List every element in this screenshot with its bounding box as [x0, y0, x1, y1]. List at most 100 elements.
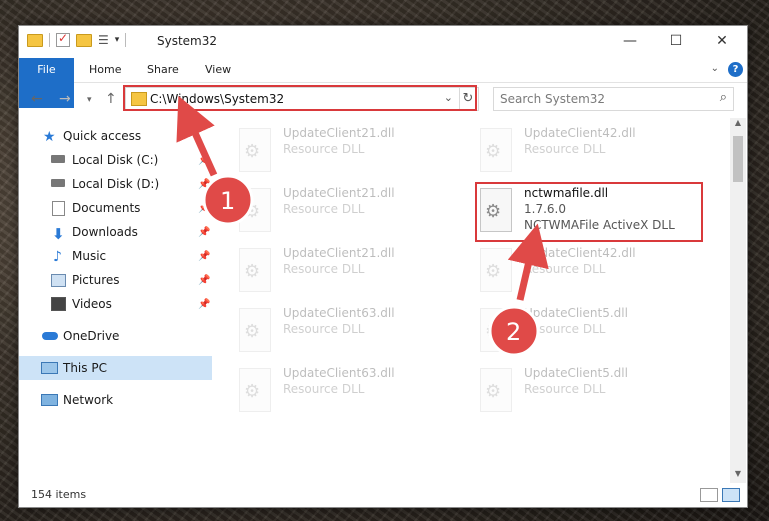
list-item[interactable]: ⚙ UpdateClient5.dll Resource DLL: [480, 364, 700, 414]
sidebar-item-label: Music: [72, 249, 107, 263]
pin-icon[interactable]: 📌: [198, 155, 210, 166]
gear-icon: ⚙: [244, 381, 261, 402]
dll-file-icon: ⚙: [239, 368, 271, 412]
list-item[interactable]: ⚙ UpdateClient42.dll Resource DLL: [480, 124, 700, 174]
sidebar-item-local-disk-d[interactable]: Local Disk (D:) 📌: [19, 172, 212, 196]
dll-file-icon: ⚙: [239, 308, 271, 352]
up-arrow-icon[interactable]: ↑: [105, 91, 117, 107]
file-description: Resource DLL: [283, 262, 365, 276]
address-highlight-box: [123, 85, 477, 111]
tab-view[interactable]: View: [191, 58, 245, 82]
list-item[interactable]: ⚙ UpdateClient63.dll Resource DLL: [239, 364, 459, 414]
sidebar-item-network[interactable]: Network: [19, 388, 212, 412]
documents-icon: [52, 200, 65, 216]
file-name: UpdateClient42.dll: [524, 246, 636, 260]
sidebar-item-label: This PC: [63, 361, 107, 375]
list-item[interactable]: ⚙ UpdateClient42.dll Resource DLL: [480, 244, 700, 294]
forward-arrow-icon[interactable]: →: [59, 91, 71, 107]
dll-file-icon: ⚙: [239, 248, 271, 292]
list-item[interactable]: ⚙ UpdateClient21.dll Resource DLL: [239, 124, 459, 174]
file-highlight-box: [475, 182, 703, 242]
sidebar-item-videos[interactable]: Videos 📌: [19, 292, 212, 316]
navigation-bar: ← → ▾ ↑ C:\Windows\System32 ⌄ ↻ Search S…: [19, 83, 747, 117]
sidebar-item-label: Downloads: [72, 225, 138, 239]
pictures-icon: [51, 273, 66, 287]
properties-icon[interactable]: [56, 31, 70, 47]
file-description: Resource DLL: [283, 322, 365, 336]
dll-file-icon: ⚙: [239, 128, 271, 172]
file-name: UpdateClient42.dll: [524, 126, 636, 140]
pin-icon[interactable]: 📌: [198, 275, 210, 286]
file-name: UpdateClient5.dll: [524, 366, 628, 380]
title-bar: ☰ ▾ System32 — ☐ ✕: [19, 26, 747, 58]
list-item[interactable]: ⚙ UpdateClient63.dll Resource DLL: [239, 304, 459, 354]
gear-icon: ⚙: [244, 261, 261, 282]
sidebar-item-label: Quick access: [63, 129, 142, 143]
scroll-down-icon[interactable]: ▼: [730, 469, 746, 483]
divider: [49, 33, 50, 47]
sidebar-item-quick-access[interactable]: ★ Quick access: [19, 124, 212, 148]
sidebar-item-downloads[interactable]: ⬇ Downloads 📌: [19, 220, 212, 244]
star-icon: ★: [43, 129, 56, 145]
chevron-down-icon[interactable]: ⌄: [711, 63, 719, 74]
sidebar-item-local-disk-c[interactable]: Local Disk (C:) 📌: [19, 148, 212, 172]
file-explorer-window: ☰ ▾ System32 — ☐ ✕ File Home Share View …: [18, 25, 748, 508]
maximize-button[interactable]: ☐: [653, 26, 699, 56]
pin-icon[interactable]: 📌: [198, 227, 210, 238]
gear-icon: ⚙: [485, 381, 502, 402]
tab-share[interactable]: Share: [133, 58, 193, 82]
dll-file-icon: ⚙: [480, 128, 512, 172]
recent-locations-icon[interactable]: ▾: [87, 95, 92, 105]
file-description: Resource DLL: [283, 382, 365, 396]
file-description: Resource DLL: [524, 262, 606, 276]
network-icon: [41, 394, 58, 406]
download-icon: ⬇: [52, 225, 65, 243]
customize-toolbar-icon[interactable]: ▾: [115, 35, 120, 45]
quick-access-toolbar: ☰ ▾: [27, 31, 127, 47]
pin-icon[interactable]: 📌: [198, 251, 210, 262]
search-icon[interactable]: ⌕: [720, 90, 727, 105]
tab-home[interactable]: Home: [75, 58, 135, 82]
pin-icon[interactable]: 📌: [198, 299, 210, 310]
new-folder-icon[interactable]: [76, 33, 92, 47]
folder-icon[interactable]: [27, 33, 43, 47]
file-name: UpdateClient63.dll: [283, 306, 395, 320]
scroll-up-icon[interactable]: ▲: [730, 118, 746, 132]
file-description: Resource DLL: [524, 322, 606, 336]
sidebar-item-label: Local Disk (C:): [72, 153, 159, 167]
list-item[interactable]: ⚙ UpdateClient21.dll Resource DLL: [239, 244, 459, 294]
navigation-pane: ★ Quick access Local Disk (C:) 📌 Local D…: [19, 118, 212, 483]
sidebar-item-label: OneDrive: [63, 329, 120, 343]
scrollbar-thumb[interactable]: [733, 136, 743, 182]
list-item[interactable]: ⚙ UpdateClient5.dll Resource DLL: [480, 304, 700, 354]
sidebar-item-documents[interactable]: Documents 📌: [19, 196, 212, 220]
dll-file-icon: ⚙: [480, 368, 512, 412]
search-input[interactable]: Search System32 ⌕: [493, 87, 734, 111]
pin-icon[interactable]: 📌: [198, 203, 210, 214]
file-list: ⚙ UpdateClient21.dll Resource DLL ⚙ Upda…: [213, 118, 729, 483]
status-bar: 154 items: [19, 484, 747, 506]
dll-file-icon: ⚙: [239, 188, 271, 232]
pin-icon[interactable]: 📌: [198, 179, 210, 190]
sidebar-item-music[interactable]: ♪ Music 📌: [19, 244, 212, 268]
close-button[interactable]: ✕: [699, 26, 745, 56]
item-count: 154 items: [31, 488, 87, 501]
sidebar-item-this-pc[interactable]: This PC: [19, 356, 212, 380]
details-view-icon[interactable]: [700, 488, 718, 502]
file-name: UpdateClient21.dll: [283, 186, 395, 200]
file-description: Resource DLL: [283, 202, 365, 216]
search-placeholder: Search System32: [500, 92, 606, 106]
file-description: Resource DLL: [524, 382, 606, 396]
list-item[interactable]: ⚙ UpdateClient21.dll Resource DLL: [239, 184, 459, 234]
sidebar-item-pictures[interactable]: Pictures 📌: [19, 268, 212, 292]
minimize-button[interactable]: —: [607, 26, 653, 56]
sidebar-item-onedrive[interactable]: OneDrive: [19, 324, 212, 348]
sidebar-item-label: Videos: [72, 297, 112, 311]
rename-icon[interactable]: ☰: [98, 33, 109, 47]
large-icons-view-icon[interactable]: [722, 488, 740, 502]
file-description: Resource DLL: [283, 142, 365, 156]
back-arrow-icon[interactable]: ←: [31, 91, 43, 107]
vertical-scrollbar[interactable]: ▲ ▼: [730, 118, 746, 483]
videos-icon: [51, 297, 66, 311]
help-icon[interactable]: ?: [728, 62, 743, 77]
